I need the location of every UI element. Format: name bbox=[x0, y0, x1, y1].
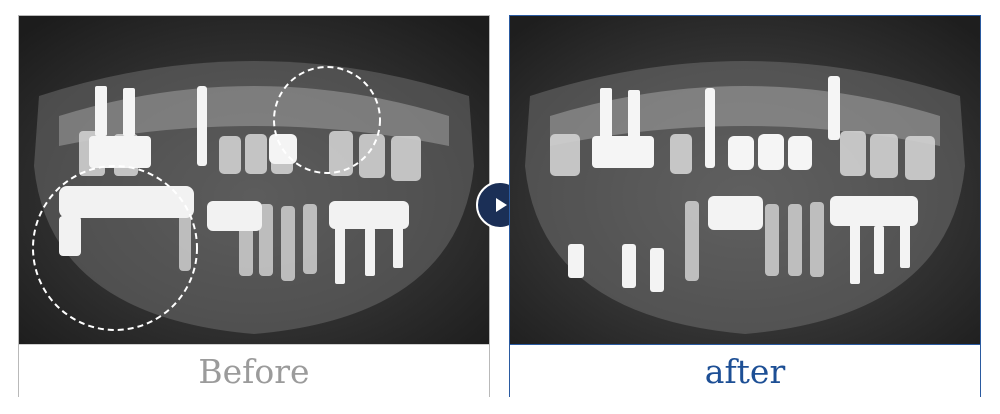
before-caption: Before bbox=[19, 344, 489, 397]
play-arrow-icon bbox=[496, 198, 507, 212]
after-xray-image bbox=[510, 16, 980, 344]
before-xray-image bbox=[19, 16, 489, 344]
after-panel: after bbox=[509, 15, 981, 397]
before-panel: Before bbox=[18, 15, 490, 397]
after-caption: after bbox=[510, 344, 980, 397]
